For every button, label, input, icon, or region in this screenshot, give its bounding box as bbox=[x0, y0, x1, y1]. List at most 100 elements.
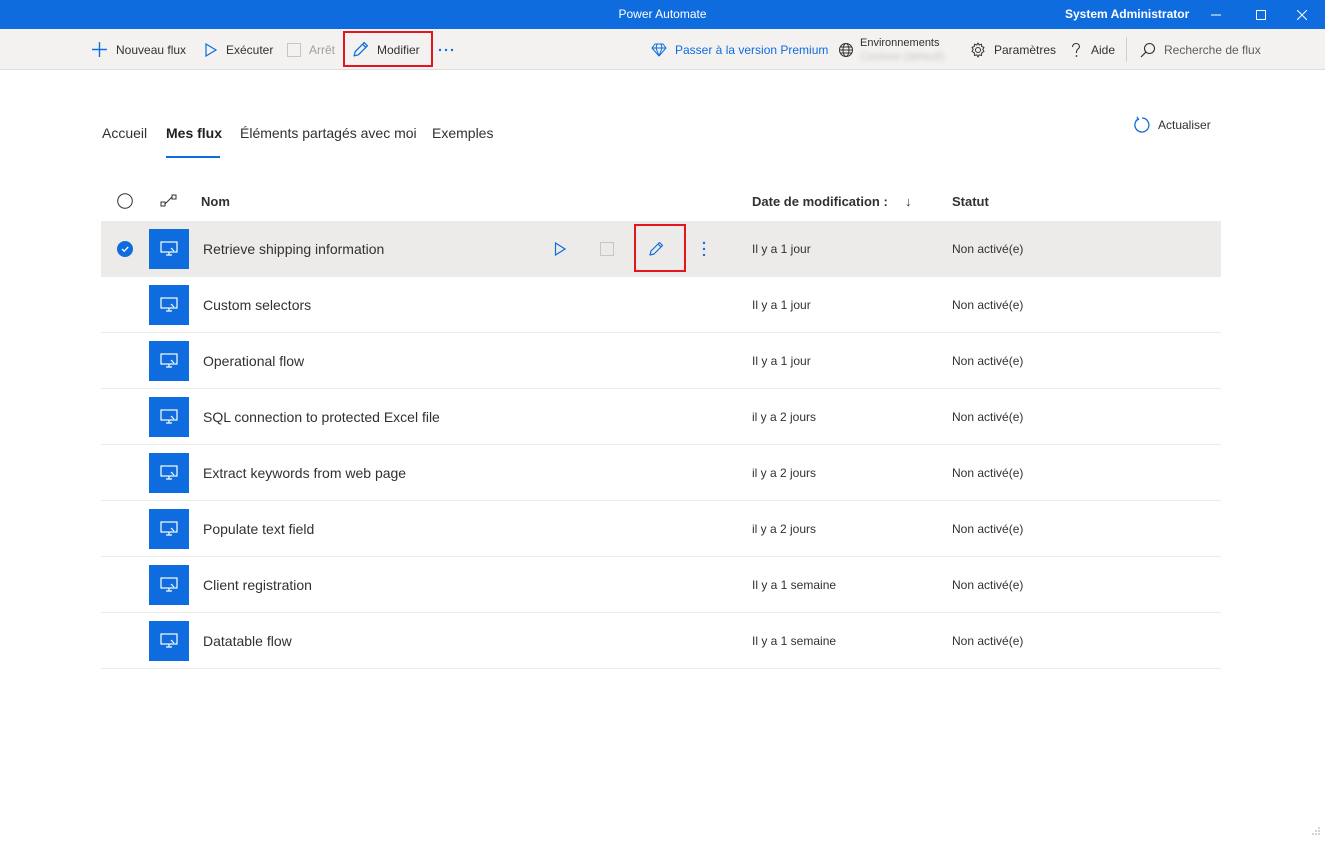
minimize-icon[interactable] bbox=[1193, 0, 1239, 29]
environments-label: Environnements bbox=[860, 36, 940, 49]
flow-name[interactable]: Client registration bbox=[203, 577, 312, 593]
close-icon[interactable] bbox=[1279, 0, 1325, 29]
flow-status: Non activé(e) bbox=[952, 578, 1024, 592]
flow-modified: Il y a 1 semaine bbox=[752, 634, 837, 648]
more-vertical-icon bbox=[702, 241, 706, 257]
run-button[interactable]: Exécuter bbox=[204, 29, 273, 70]
command-bar: Nouveau flux Exécuter Arrêt Modifier Pas… bbox=[0, 29, 1325, 70]
flow-status: Non activé(e) bbox=[952, 522, 1024, 536]
desktop-flow-icon bbox=[149, 509, 189, 549]
tab-examples[interactable]: Exemples bbox=[432, 125, 493, 141]
desktop-flow-icon bbox=[149, 621, 189, 661]
refresh-icon bbox=[1134, 116, 1150, 133]
more-options-button[interactable] bbox=[438, 29, 462, 70]
flow-type-icon bbox=[160, 194, 178, 213]
desktop-flow-icon bbox=[149, 341, 189, 381]
tab-shared-with-me[interactable]: Éléments partagés avec moi bbox=[240, 125, 417, 141]
flow-modified: Il y a 1 semaine bbox=[752, 578, 837, 592]
flow-name[interactable]: Datatable flow bbox=[203, 633, 292, 649]
flow-name[interactable]: Retrieve shipping information bbox=[203, 241, 384, 257]
table-row[interactable]: Client registration Il y a 1 semaine Non… bbox=[101, 557, 1221, 613]
flow-status: Non activé(e) bbox=[952, 242, 1024, 256]
sort-descending-icon[interactable]: ↓ bbox=[905, 194, 912, 209]
edit-flow-highlight bbox=[634, 224, 686, 272]
desktop-flow-icon bbox=[149, 229, 189, 269]
environment-picker[interactable]: Environnements Contoso (default) bbox=[838, 29, 944, 70]
edit-button-highlight bbox=[343, 31, 433, 67]
plus-icon bbox=[92, 42, 107, 57]
select-all-checkbox[interactable] bbox=[117, 193, 133, 214]
flow-status: Non activé(e) bbox=[952, 410, 1024, 424]
stop-icon bbox=[287, 42, 301, 57]
settings-label: Paramètres bbox=[994, 42, 1057, 57]
premium-upgrade-link[interactable]: Passer à la version Premium bbox=[651, 29, 828, 70]
table-row[interactable]: Retrieve shipping information Il y a 1 j… bbox=[101, 221, 1221, 277]
flow-modified: il y a 2 jours bbox=[752, 522, 817, 536]
table-row[interactable]: Operational flow Il y a 1 jour Non activ… bbox=[101, 333, 1221, 389]
flow-status: Non activé(e) bbox=[952, 466, 1024, 480]
flow-status: Non activé(e) bbox=[952, 298, 1024, 312]
flow-modified: il y a 2 jours bbox=[752, 466, 817, 480]
flow-name[interactable]: SQL connection to protected Excel file bbox=[203, 409, 440, 425]
desktop-flow-icon bbox=[149, 565, 189, 605]
help-button[interactable]: Aide bbox=[1069, 29, 1115, 70]
flow-name[interactable]: Populate text field bbox=[203, 521, 314, 537]
table-row[interactable]: Populate text field il y a 2 jours Non a… bbox=[101, 501, 1221, 557]
more-horizontal-icon bbox=[438, 48, 454, 51]
flow-name[interactable]: Custom selectors bbox=[203, 297, 311, 313]
checkmark-icon bbox=[121, 246, 129, 253]
refresh-label: Actualiser bbox=[1158, 118, 1211, 132]
help-icon bbox=[1071, 42, 1081, 57]
row-checkbox-checked[interactable] bbox=[117, 241, 133, 257]
active-tab-indicator bbox=[166, 156, 220, 158]
table-row[interactable]: Custom selectors Il y a 1 jour Non activ… bbox=[101, 277, 1221, 333]
desktop-flow-icon bbox=[149, 397, 189, 437]
search-icon bbox=[1140, 42, 1156, 57]
premium-label: Passer à la version Premium bbox=[675, 42, 829, 57]
toolbar-divider bbox=[1126, 37, 1127, 62]
column-header-status[interactable]: Statut bbox=[952, 194, 989, 209]
column-header-name[interactable]: Nom bbox=[201, 194, 230, 209]
search-placeholder: Recherche de flux bbox=[1164, 42, 1261, 57]
stop-flow-button[interactable] bbox=[597, 239, 617, 259]
settings-button[interactable]: Paramètres bbox=[970, 29, 1056, 70]
new-flow-button[interactable]: Nouveau flux bbox=[91, 29, 186, 70]
environment-value: Contoso (default) bbox=[860, 50, 945, 63]
run-label: Exécuter bbox=[226, 42, 274, 57]
gear-icon bbox=[971, 42, 985, 57]
table-row[interactable]: Extract keywords from web page il y a 2 … bbox=[101, 445, 1221, 501]
flow-name[interactable]: Operational flow bbox=[203, 353, 304, 369]
stop-icon bbox=[600, 242, 614, 256]
tab-home[interactable]: Accueil bbox=[102, 125, 147, 141]
flow-modified: il y a 2 jours bbox=[752, 410, 817, 424]
search-flows-input[interactable]: Recherche de flux bbox=[1140, 29, 1261, 70]
help-label: Aide bbox=[1091, 42, 1116, 57]
column-header-modified[interactable]: Date de modification : bbox=[752, 194, 888, 209]
flow-status: Non activé(e) bbox=[952, 634, 1024, 648]
tab-my-flows[interactable]: Mes flux bbox=[166, 125, 222, 141]
refresh-button[interactable]: Actualiser bbox=[1133, 116, 1211, 134]
table-row[interactable]: Datatable flow Il y a 1 semaine Non acti… bbox=[101, 613, 1221, 669]
flow-name[interactable]: Extract keywords from web page bbox=[203, 465, 406, 481]
flow-modified: Il y a 1 jour bbox=[752, 298, 811, 312]
new-flow-label: Nouveau flux bbox=[116, 42, 187, 57]
stop-button[interactable]: Arrêt bbox=[287, 29, 335, 70]
play-icon bbox=[205, 42, 218, 57]
table-header: Nom Date de modification : ↓ Statut bbox=[101, 186, 1221, 218]
diamond-icon bbox=[651, 43, 667, 56]
maximize-icon[interactable] bbox=[1238, 0, 1284, 29]
desktop-flow-icon bbox=[149, 453, 189, 493]
user-name[interactable]: System Administrator bbox=[1065, 7, 1189, 21]
desktop-flow-icon bbox=[149, 285, 189, 325]
flow-status: Non activé(e) bbox=[952, 354, 1024, 368]
stop-label: Arrêt bbox=[309, 42, 336, 57]
table-row[interactable]: SQL connection to protected Excel file i… bbox=[101, 389, 1221, 445]
play-icon bbox=[554, 242, 566, 256]
flow-modified: Il y a 1 jour bbox=[752, 354, 811, 368]
globe-icon bbox=[839, 42, 853, 57]
more-actions-button[interactable] bbox=[694, 239, 714, 259]
title-bar: Power Automate System Administrator bbox=[0, 0, 1325, 29]
flow-modified: Il y a 1 jour bbox=[752, 242, 811, 256]
resize-grip-icon[interactable] bbox=[1311, 823, 1321, 841]
run-flow-button[interactable] bbox=[550, 239, 570, 259]
